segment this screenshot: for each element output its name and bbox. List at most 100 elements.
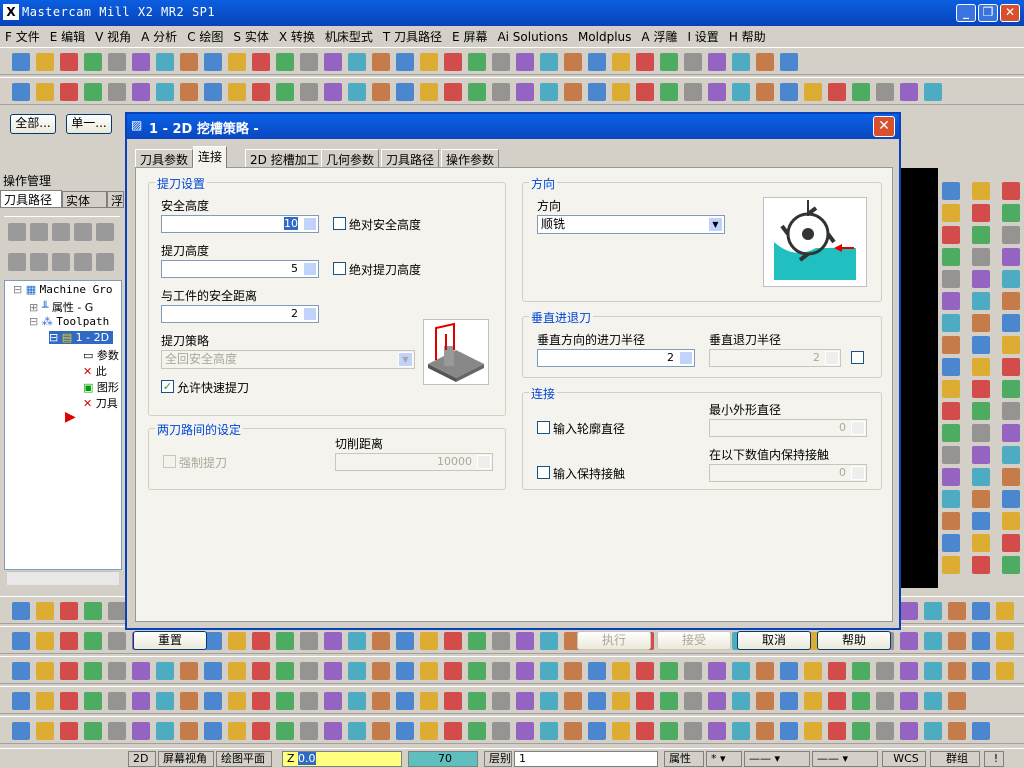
level-field[interactable]: 1 (514, 751, 658, 767)
tb6-tool-icon[interactable] (300, 692, 318, 710)
right-toolbar-icon[interactable] (942, 358, 960, 376)
tb6-tool-icon[interactable] (84, 692, 102, 710)
tb2-tool-icon[interactable] (708, 83, 726, 101)
tb3-tool-icon[interactable] (60, 602, 78, 620)
tb3-tool-icon[interactable] (972, 602, 990, 620)
select-single-button[interactable]: 单一... (66, 114, 112, 134)
tb6-tool-icon[interactable] (252, 692, 270, 710)
tb1-tool-icon[interactable] (396, 53, 414, 71)
tb6-tool-icon[interactable] (396, 692, 414, 710)
tb6-tool-icon[interactable] (540, 692, 558, 710)
tb6-tool-icon[interactable] (60, 692, 78, 710)
tb1-tool-icon[interactable] (564, 53, 582, 71)
tb7-tool-icon[interactable] (132, 722, 150, 740)
tb7-tool-icon[interactable] (228, 722, 246, 740)
tb4-tool-icon[interactable] (900, 632, 918, 650)
right-toolbar-icon[interactable] (972, 248, 990, 266)
tb4-tool-icon[interactable] (300, 632, 318, 650)
right-toolbar-icon[interactable] (942, 380, 960, 398)
right-toolbar-icon[interactable] (942, 512, 960, 530)
tb5-tool-icon[interactable] (444, 662, 462, 680)
tree-node-geometry[interactable]: ▣ 图形 (83, 379, 119, 395)
tb5-tool-icon[interactable] (876, 662, 894, 680)
tb2-tool-icon[interactable] (780, 83, 798, 101)
menu-item-3[interactable]: A 分析 (136, 26, 182, 47)
ops-manager-tool-icon[interactable] (74, 223, 92, 241)
tb1-tool-icon[interactable] (444, 53, 462, 71)
tb7-tool-icon[interactable] (252, 722, 270, 740)
min-diameter-input[interactable]: 0 (709, 419, 867, 437)
right-toolbar-icon[interactable] (942, 336, 960, 354)
tb4-tool-icon[interactable] (468, 632, 486, 650)
tb5-tool-icon[interactable] (948, 662, 966, 680)
right-toolbar-icon[interactable] (972, 358, 990, 376)
tb4-tool-icon[interactable] (396, 632, 414, 650)
tb4-tool-icon[interactable] (924, 632, 942, 650)
tb7-tool-icon[interactable] (180, 722, 198, 740)
tb7-tool-icon[interactable] (876, 722, 894, 740)
tb1-tool-icon[interactable] (780, 53, 798, 71)
tb5-tool-icon[interactable] (396, 662, 414, 680)
groups-button[interactable]: 群组 (930, 751, 980, 767)
tb4-tool-icon[interactable] (36, 632, 54, 650)
tab-linking[interactable]: 连接 (193, 146, 228, 168)
menu-item-9[interactable]: E 屏幕 (447, 26, 492, 47)
right-toolbar-icon[interactable] (972, 380, 990, 398)
tb1-tool-icon[interactable] (132, 53, 150, 71)
tb5-tool-icon[interactable] (492, 662, 510, 680)
cancel-button[interactable]: 取消 (737, 631, 811, 650)
tb2-tool-icon[interactable] (468, 83, 486, 101)
tb6-tool-icon[interactable] (276, 692, 294, 710)
tb7-tool-icon[interactable] (276, 722, 294, 740)
tb3-tool-icon[interactable] (996, 602, 1014, 620)
menu-item-14[interactable]: H 帮助 (724, 26, 771, 47)
tb2-tool-icon[interactable] (660, 83, 678, 101)
tb7-tool-icon[interactable] (660, 722, 678, 740)
tb2-tool-icon[interactable] (588, 83, 606, 101)
tb5-tool-icon[interactable] (996, 662, 1014, 680)
tb5-tool-icon[interactable] (540, 662, 558, 680)
tb2-tool-icon[interactable] (636, 83, 654, 101)
retract-height-input[interactable]: 5 (161, 260, 319, 278)
tb2-tool-icon[interactable] (348, 83, 366, 101)
tb5-tool-icon[interactable] (900, 662, 918, 680)
tb6-tool-icon[interactable] (660, 692, 678, 710)
tb5-tool-icon[interactable] (660, 662, 678, 680)
contour-diameter-checkbox[interactable] (537, 421, 550, 434)
right-toolbar-icon[interactable] (1002, 512, 1020, 530)
tb2-tool-icon[interactable] (540, 83, 558, 101)
ops-manager-tool-icon[interactable] (96, 253, 114, 271)
right-toolbar-icon[interactable] (942, 314, 960, 332)
tree-node-toolpath[interactable]: ✕ 刀具 (83, 395, 118, 411)
ops-manager-tool-icon[interactable] (30, 253, 48, 271)
right-toolbar-icon[interactable] (972, 468, 990, 486)
tab-operation-parameters[interactable]: 操作参数 (441, 149, 500, 167)
tb7-tool-icon[interactable] (780, 722, 798, 740)
tb6-tool-icon[interactable] (420, 692, 438, 710)
tb4-tool-icon[interactable] (972, 632, 990, 650)
tb6-tool-icon[interactable] (348, 692, 366, 710)
menu-item-6[interactable]: X 转换 (274, 26, 320, 47)
tb6-tool-icon[interactable] (876, 692, 894, 710)
tb6-tool-icon[interactable] (780, 692, 798, 710)
right-toolbar-icon[interactable] (1002, 226, 1020, 244)
point-style-select[interactable]: * ▾ (706, 751, 742, 767)
tb3-tool-icon[interactable] (108, 602, 126, 620)
tb1-tool-icon[interactable] (588, 53, 606, 71)
tb7-tool-icon[interactable] (156, 722, 174, 740)
right-toolbar-icon[interactable] (1002, 468, 1020, 486)
tree-node-properties[interactable]: ⊞ ╨ 属性 - G (29, 299, 93, 315)
tb7-tool-icon[interactable] (540, 722, 558, 740)
tb2-tool-icon[interactable] (300, 83, 318, 101)
tb1-tool-icon[interactable] (612, 53, 630, 71)
tb5-tool-icon[interactable] (468, 662, 486, 680)
tb2-tool-icon[interactable] (900, 83, 918, 101)
right-toolbar-icon[interactable] (942, 468, 960, 486)
tree-node-toolpath-group[interactable]: ⊟ ⁂ Toolpath (29, 315, 109, 328)
tb2-tool-icon[interactable] (876, 83, 894, 101)
menu-item-11[interactable]: Moldplus (573, 28, 636, 46)
tb6-tool-icon[interactable] (156, 692, 174, 710)
tb5-tool-icon[interactable] (804, 662, 822, 680)
tb7-tool-icon[interactable] (492, 722, 510, 740)
menu-item-2[interactable]: V 视角 (90, 26, 136, 47)
